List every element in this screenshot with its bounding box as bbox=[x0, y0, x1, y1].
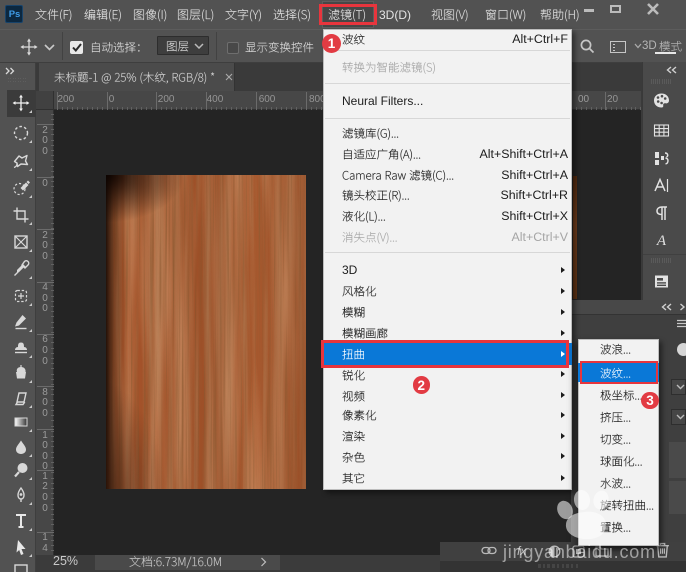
svg-text:A: A bbox=[656, 233, 667, 249]
